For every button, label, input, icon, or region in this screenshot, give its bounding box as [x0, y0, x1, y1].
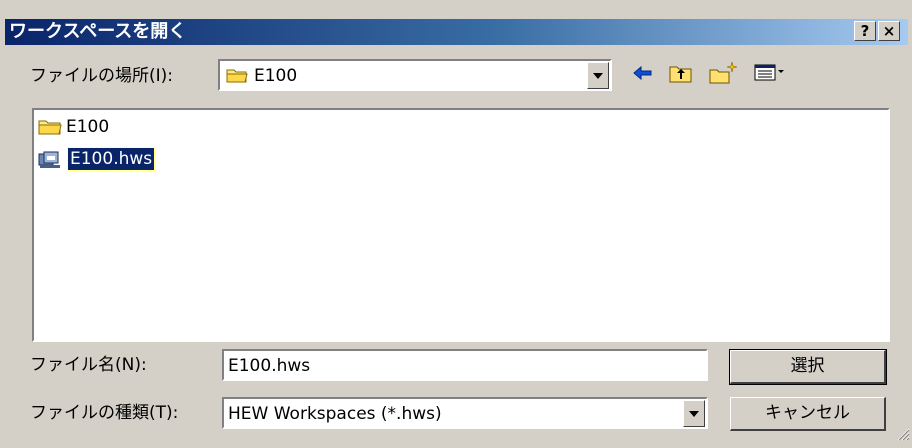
file-name-value: E100.hws	[228, 356, 311, 376]
file-name-label: ファイル名(N):	[30, 355, 147, 375]
new-folder-icon[interactable]	[708, 60, 738, 86]
cancel-button[interactable]: キャンセル	[730, 397, 886, 431]
select-button[interactable]: 選択	[729, 349, 887, 385]
look-in-label: ファイルの場所(I):	[30, 66, 174, 86]
file-type-dropdown-button[interactable]	[683, 400, 705, 427]
dialog-title: ワークスペースを開く	[9, 21, 187, 42]
list-item-name: E100	[66, 117, 110, 137]
chevron-down-icon	[593, 73, 603, 79]
up-folder-icon[interactable]	[668, 60, 694, 86]
close-button[interactable]: ×	[878, 21, 900, 41]
file-name-field[interactable]: E100.hws	[222, 349, 708, 381]
workspace-file-icon	[38, 150, 64, 176]
look-in-value: E100	[254, 66, 298, 86]
open-workspace-dialog: ワークスペースを開く ? × ファイルの場所(I): E100 E100 E10…	[0, 0, 912, 448]
chevron-down-icon	[689, 411, 699, 417]
file-type-value: HEW Workspaces (*.hws)	[228, 404, 442, 424]
title-bar[interactable]: ワークスペースを開く ? ×	[5, 19, 908, 45]
resize-grip-icon[interactable]	[896, 426, 910, 446]
folder-icon	[38, 118, 62, 142]
file-type-select[interactable]: HEW Workspaces (*.hws)	[222, 397, 708, 429]
look-in-combobox[interactable]: E100	[218, 59, 612, 91]
help-button[interactable]: ?	[854, 21, 876, 41]
look-in-dropdown-button[interactable]	[587, 62, 609, 89]
file-type-label: ファイルの種類(T):	[30, 403, 179, 423]
back-arrow-icon[interactable]	[630, 60, 656, 86]
list-item-name: E100.hws	[66, 147, 156, 171]
folder-icon	[226, 67, 248, 89]
file-list[interactable]: E100 E100.hws	[32, 108, 890, 342]
view-menu-icon[interactable]	[752, 60, 788, 86]
